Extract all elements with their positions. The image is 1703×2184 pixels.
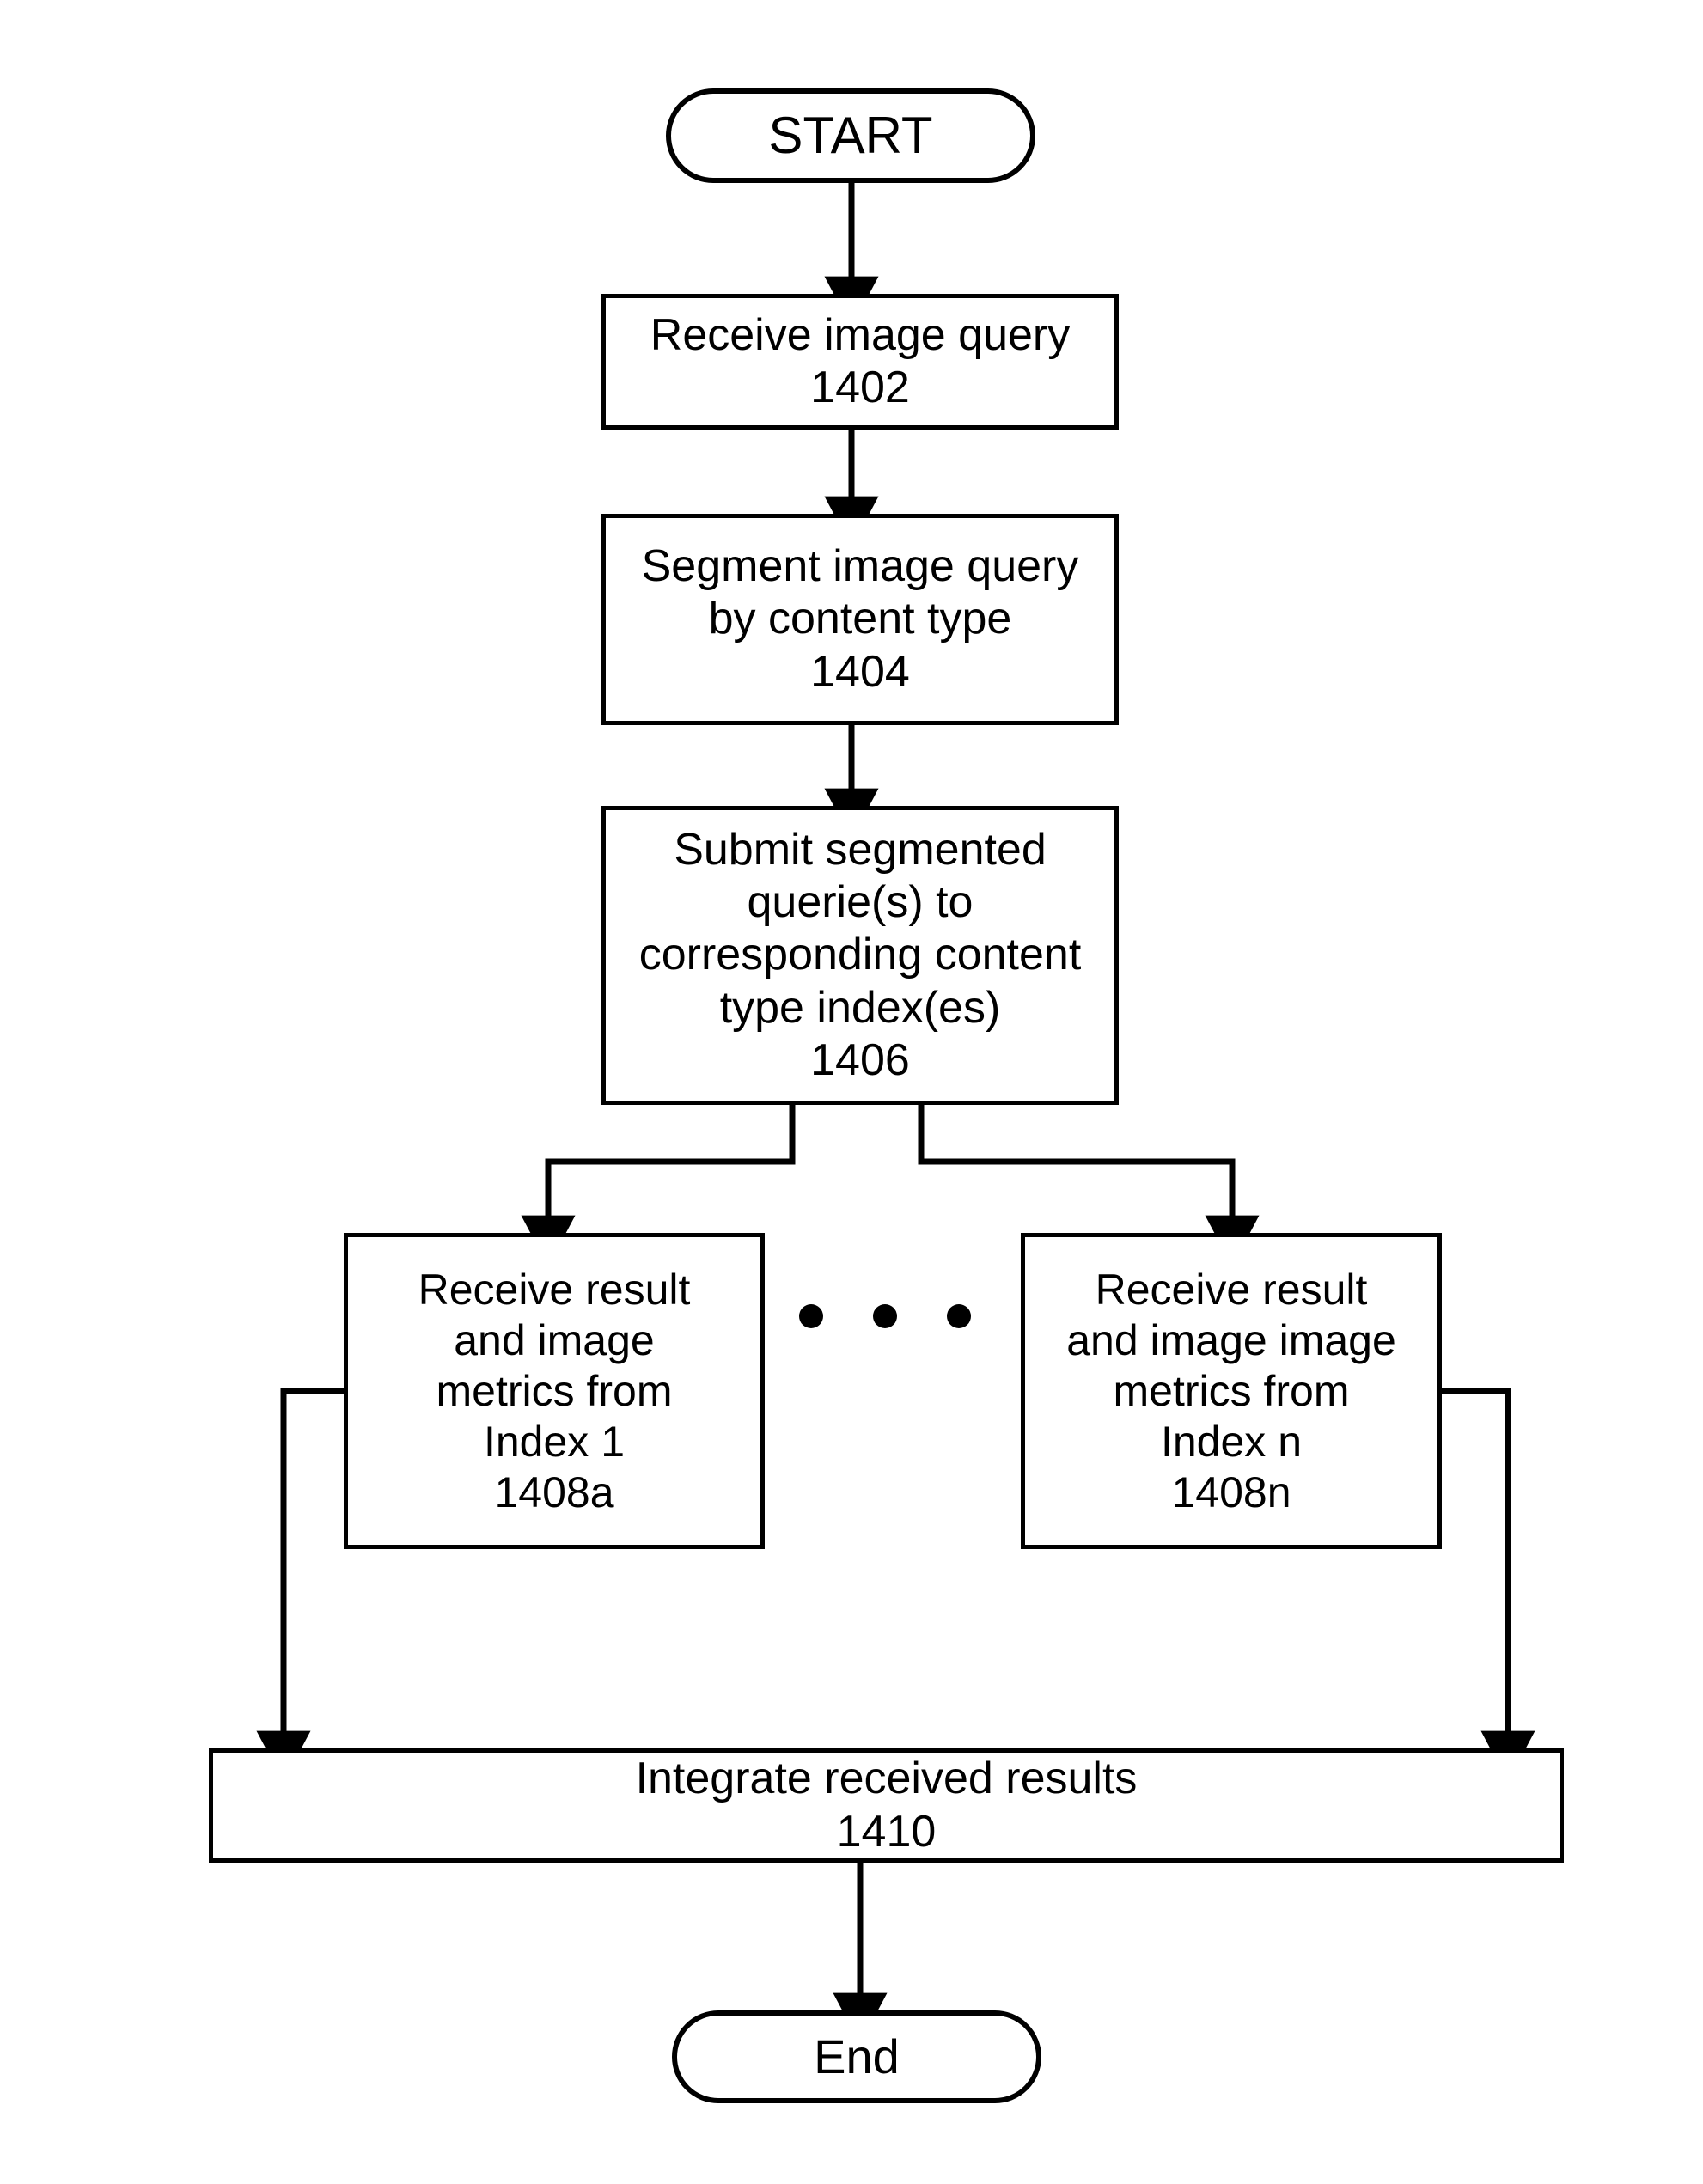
terminator-end-label: End xyxy=(814,2028,900,2083)
process-receive-result-index-n: Receive result and image image metrics f… xyxy=(1021,1233,1442,1549)
terminator-end: End xyxy=(672,2010,1041,2103)
process-submit-segmented-queries-label: Submit segmented querie(s) to correspond… xyxy=(638,824,1082,1086)
edge-1406-to-1408a xyxy=(521,1105,796,1267)
horizontal-ellipsis-icon xyxy=(799,1299,971,1333)
process-segment-image-query-label: Segment image query by content type 1404 xyxy=(641,540,1079,697)
ellipsis-dot-1 xyxy=(799,1304,823,1328)
edge-1408a-to-1410 xyxy=(256,1388,344,1783)
process-receive-image-query-label: Receive image query 1402 xyxy=(650,309,1071,412)
terminator-start-label: START xyxy=(768,106,933,164)
process-integrate-received-results: Integrate received results 1410 xyxy=(209,1748,1564,1863)
process-receive-result-index-1-label: Receive result and image metrics from In… xyxy=(418,1265,691,1516)
flowchart-diagram: START Receive image query 1402 Segment i… xyxy=(0,0,1703,2184)
process-segment-image-query: Segment image query by content type 1404 xyxy=(601,514,1119,725)
ellipsis-dot-2 xyxy=(873,1304,897,1328)
edge-1408n-to-1410 xyxy=(1442,1388,1535,1783)
process-receive-image-query: Receive image query 1402 xyxy=(601,294,1119,430)
edge-1406-to-1408n xyxy=(918,1105,1260,1267)
process-receive-result-index-n-label: Receive result and image image metrics f… xyxy=(1066,1265,1396,1516)
terminator-start: START xyxy=(666,88,1035,183)
process-submit-segmented-queries: Submit segmented querie(s) to correspond… xyxy=(601,806,1119,1105)
process-integrate-received-results-label: Integrate received results 1410 xyxy=(635,1754,1138,1857)
process-receive-result-index-1: Receive result and image metrics from In… xyxy=(344,1233,765,1549)
ellipsis-dot-3 xyxy=(947,1304,971,1328)
